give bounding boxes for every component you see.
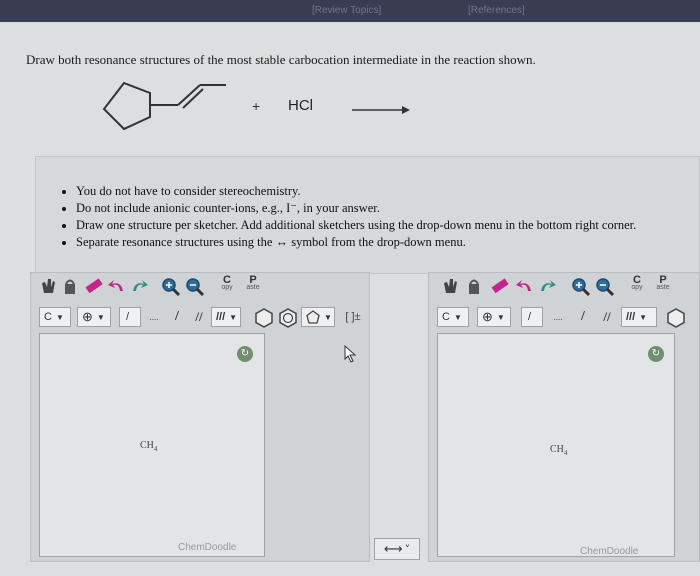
element-select-value: C bbox=[44, 311, 52, 323]
resonance-symbol-dropdown[interactable]: ⟷ ˅ bbox=[374, 538, 420, 560]
paste-button[interactable]: P aste bbox=[651, 275, 675, 292]
triple-bond-icon: /// bbox=[626, 311, 636, 323]
brackets-tool[interactable]: [ ]± bbox=[341, 307, 365, 327]
hexagon-icon bbox=[667, 308, 685, 328]
triple-bond-icon: /// bbox=[216, 311, 226, 323]
lasso-tool-icon[interactable] bbox=[61, 277, 79, 295]
wedge-bond-tool[interactable]: / bbox=[573, 307, 593, 327]
charge-plus-icon: ⊕ bbox=[82, 309, 93, 324]
ch4-label: CH4 bbox=[140, 440, 158, 453]
hashed-bond-tool[interactable]: .... bbox=[547, 307, 569, 327]
zoom-out-icon[interactable] bbox=[185, 277, 205, 297]
sketcher-2: C opy P aste C ▼ ⊕ ▼ / .... / // /// ▼ ↻… bbox=[428, 272, 700, 562]
hashed-bond-icon: .... bbox=[553, 312, 563, 322]
plus-sign: + bbox=[252, 98, 261, 114]
double-bond-icon: // bbox=[195, 309, 203, 324]
copy-button[interactable]: C opy bbox=[627, 275, 647, 292]
chevron-down-icon: ˅ bbox=[404, 542, 411, 556]
instruction-item: You do not have to consider stereochemis… bbox=[76, 183, 699, 200]
element-select-value: C bbox=[442, 311, 450, 323]
paste-button[interactable]: P aste bbox=[241, 275, 265, 292]
brackets-icon: [ ]± bbox=[345, 311, 361, 323]
double-bond-icon: // bbox=[603, 309, 611, 324]
sketcher-1-toolbar-top: C opy P aste bbox=[31, 273, 371, 299]
triple-bond-tool[interactable]: /// ▼ bbox=[621, 307, 657, 327]
lasso-tool-icon[interactable] bbox=[465, 277, 483, 295]
sketcher-2-toolbar-bottom: C ▼ ⊕ ▼ / .... / // /// ▼ bbox=[429, 305, 700, 331]
cyclohexane-tool[interactable] bbox=[665, 307, 687, 329]
element-select[interactable]: C ▼ bbox=[437, 307, 469, 327]
single-bond-tool[interactable]: / bbox=[521, 307, 543, 327]
arrow-head bbox=[402, 106, 410, 114]
hashed-bond-tool[interactable]: .... bbox=[143, 307, 165, 327]
info-icon[interactable]: ↻ bbox=[648, 346, 664, 362]
drawing-canvas-1[interactable]: ↻ CH4 ChemDoodle bbox=[39, 333, 265, 557]
charge-select[interactable]: ⊕ ▼ bbox=[477, 307, 511, 327]
drawing-canvas-2[interactable]: ↻ CH4 ChemDoodle bbox=[437, 333, 675, 557]
sketcher-1: C opy P aste C ▼ ⊕ ▼ / .... / // /// ▼ ▼… bbox=[30, 272, 370, 562]
chevron-down-icon: ▼ bbox=[96, 312, 105, 322]
chevron-down-icon: ▼ bbox=[55, 312, 64, 322]
chevron-down-icon: ▼ bbox=[496, 312, 505, 322]
hashed-bond-icon: .... bbox=[149, 312, 159, 322]
chemdoodle-watermark: ChemDoodle bbox=[178, 542, 237, 553]
sketcher-2-toolbar-top: C opy P aste bbox=[429, 273, 700, 299]
reactant-structure bbox=[102, 81, 410, 131]
hexagon-icon bbox=[255, 308, 273, 328]
charge-plus-icon: ⊕ bbox=[482, 309, 493, 324]
references-link[interactable]: [References] bbox=[468, 5, 525, 16]
zoom-in-icon[interactable] bbox=[161, 277, 181, 297]
charge-select[interactable]: ⊕ ▼ bbox=[77, 307, 111, 327]
reaction-scheme: + HCl bbox=[0, 77, 700, 147]
redo-icon[interactable] bbox=[129, 277, 149, 295]
instruction-item: Separate resonance structures using the … bbox=[76, 234, 699, 251]
ring-select[interactable]: ▼ bbox=[301, 307, 335, 327]
instruction-item: Do not include anionic counter-ions, e.g… bbox=[76, 200, 699, 217]
zoom-out-icon[interactable] bbox=[595, 277, 615, 297]
instruction-item: Draw one structure per sketcher. Add add… bbox=[76, 217, 699, 234]
benzene-icon bbox=[279, 308, 297, 328]
triple-bond-tool[interactable]: /// ▼ bbox=[211, 307, 241, 327]
chevron-down-icon: ▼ bbox=[639, 312, 648, 322]
eraser-tool-icon[interactable] bbox=[83, 277, 103, 295]
wedge-bond-icon: / bbox=[581, 309, 585, 324]
chemdoodle-watermark: ChemDoodle bbox=[580, 546, 639, 557]
double-bond-tool[interactable]: // bbox=[597, 307, 617, 327]
single-bond-tool[interactable]: / bbox=[119, 307, 141, 327]
clear-tool-icon[interactable] bbox=[39, 277, 57, 295]
undo-icon[interactable] bbox=[515, 277, 535, 295]
hcl-reagent: HCl bbox=[288, 97, 313, 114]
single-bond-icon: / bbox=[528, 311, 532, 323]
resonance-arrow-icon: ⟷ bbox=[383, 541, 403, 557]
top-bar: [Review Topics] [References] bbox=[0, 0, 700, 22]
undo-icon[interactable] bbox=[107, 277, 127, 295]
sketcher-1-toolbar-bottom: C ▼ ⊕ ▼ / .... / // /// ▼ ▼ []± bbox=[31, 305, 371, 331]
single-bond-icon: / bbox=[126, 311, 130, 323]
eraser-tool-icon[interactable] bbox=[489, 277, 509, 295]
benzene-tool[interactable] bbox=[277, 307, 299, 329]
chevron-down-icon: ▼ bbox=[453, 312, 462, 322]
info-icon[interactable]: ↻ bbox=[237, 346, 253, 362]
instructions-box: You do not have to consider stereochemis… bbox=[35, 156, 700, 274]
element-select[interactable]: C ▼ bbox=[39, 307, 71, 327]
cursor-icon bbox=[344, 344, 358, 368]
ch4-label: CH4 bbox=[550, 444, 568, 457]
zoom-in-icon[interactable] bbox=[571, 277, 591, 297]
chevron-down-icon: ▼ bbox=[229, 312, 238, 322]
pentagon-icon bbox=[306, 310, 320, 324]
chevron-down-icon: ▼ bbox=[324, 312, 332, 322]
wedge-bond-tool[interactable]: / bbox=[167, 307, 187, 327]
question-text: Draw both resonance structures of the mo… bbox=[26, 52, 536, 67]
redo-icon[interactable] bbox=[537, 277, 557, 295]
copy-button[interactable]: C opy bbox=[217, 275, 237, 292]
double-bond-tool[interactable]: // bbox=[189, 307, 209, 327]
review-topics-link[interactable]: [Review Topics] bbox=[312, 5, 381, 16]
clear-tool-icon[interactable] bbox=[441, 277, 459, 295]
wedge-bond-icon: / bbox=[175, 309, 179, 324]
instructions-list: You do not have to consider stereochemis… bbox=[36, 157, 699, 251]
cyclohexane-tool[interactable] bbox=[253, 307, 275, 329]
